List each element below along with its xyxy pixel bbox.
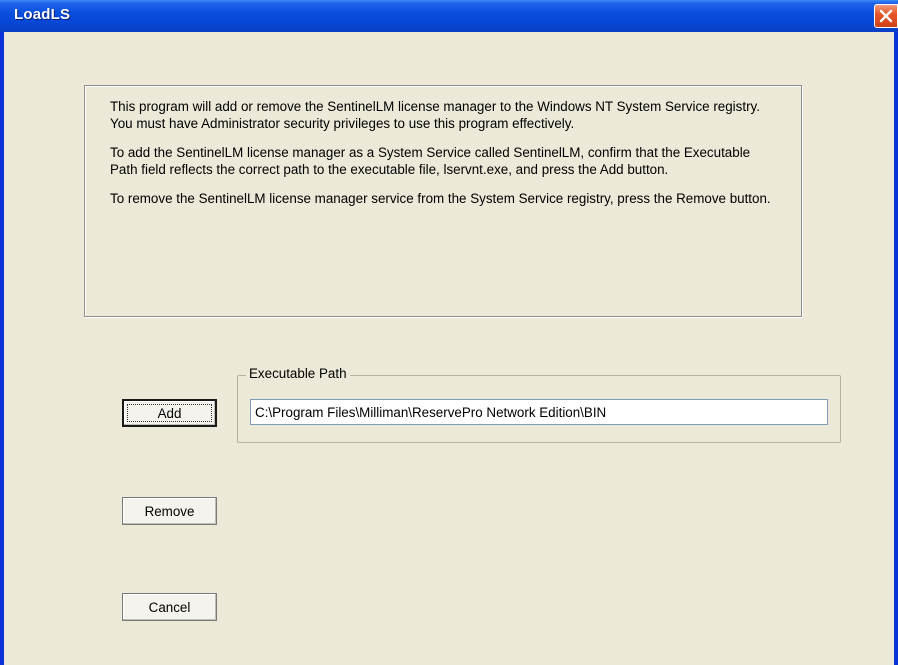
add-button[interactable]: Add xyxy=(122,399,217,427)
window-title: LoadLS xyxy=(14,6,71,23)
close-button[interactable] xyxy=(874,4,898,28)
executable-path-input[interactable] xyxy=(250,399,828,425)
close-icon xyxy=(879,9,893,23)
title-bar[interactable]: LoadLS xyxy=(0,0,898,32)
executable-path-label: Executable Path xyxy=(246,366,350,381)
loadls-window: LoadLS This program will add or remove t… xyxy=(0,0,898,665)
info-panel: This program will add or remove the Sent… xyxy=(84,85,802,317)
cancel-button[interactable]: Cancel xyxy=(122,593,217,621)
info-paragraph: To remove the SentinelLM license manager… xyxy=(110,191,771,206)
executable-path-group: Executable Path xyxy=(237,366,841,443)
remove-button[interactable]: Remove xyxy=(122,497,217,525)
info-paragraph: To add the SentinelLM license manager as… xyxy=(110,145,751,177)
info-paragraph: This program will add or remove the Sent… xyxy=(110,99,760,131)
